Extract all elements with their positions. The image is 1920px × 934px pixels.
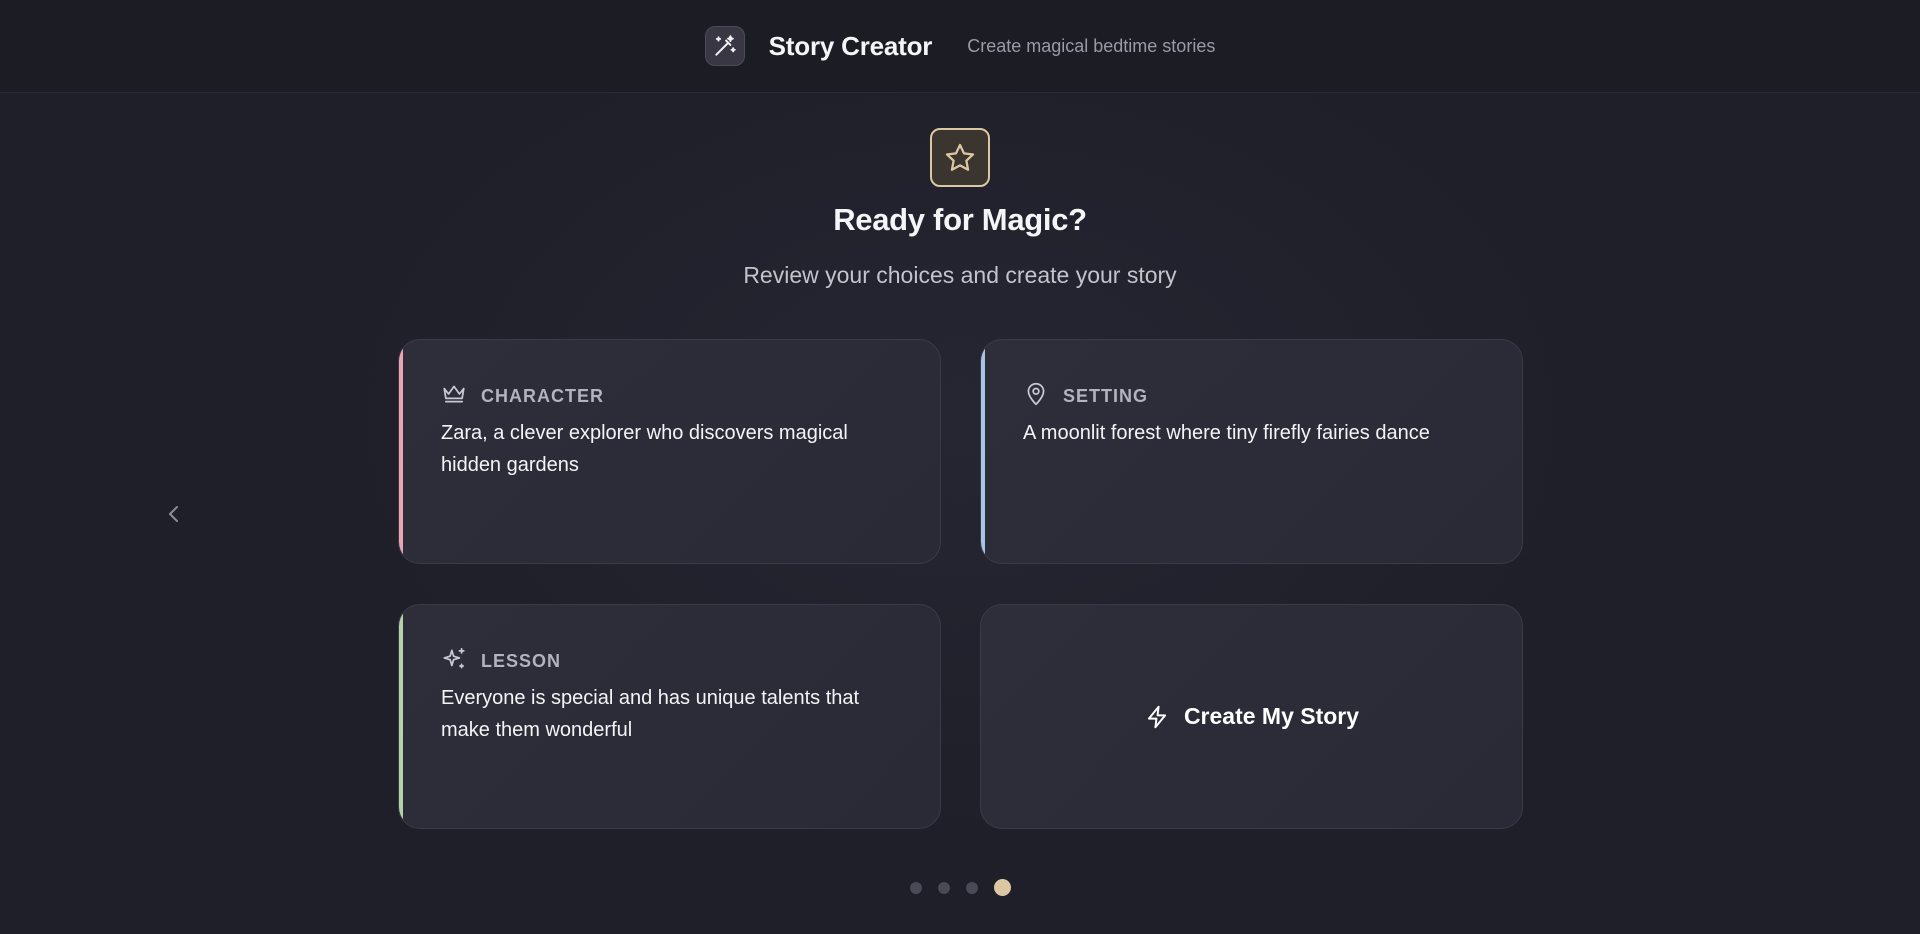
create-story-label: Create My Story xyxy=(1183,703,1360,729)
setting-card-header: SETTING xyxy=(1023,380,1148,407)
lesson-card-header: LESSON xyxy=(441,645,561,672)
story-creator-page: Story Creator Create magical bedtime sto… xyxy=(0,0,1920,934)
step-dot-2[interactable] xyxy=(937,881,950,894)
app-title: Story Creator xyxy=(768,30,933,61)
character-card-header: CHARACTER xyxy=(441,380,604,407)
lightning-icon xyxy=(1147,705,1167,728)
step-dot-3[interactable] xyxy=(965,881,978,894)
lesson-value: Everyone is special and has unique talen… xyxy=(441,687,860,741)
setting-accent xyxy=(981,340,985,563)
map-pin-icon xyxy=(1023,381,1049,407)
create-story-content: Create My Story xyxy=(1144,703,1359,730)
character-card[interactable]: CHARACTER Zara, a clever explorer who di… xyxy=(398,339,941,564)
setting-value: A moonlit forest where tiny firefly fair… xyxy=(1023,422,1430,444)
character-value: Zara, a clever explorer who discovers ma… xyxy=(441,422,848,476)
create-story-button[interactable]: Create My Story xyxy=(980,604,1523,829)
star-icon xyxy=(945,143,975,171)
lesson-label: LESSON xyxy=(481,651,562,671)
crown-icon xyxy=(441,381,467,407)
chevron-left-icon xyxy=(169,506,178,522)
step-dot-1[interactable] xyxy=(909,881,922,894)
page-title: Ready for Magic? xyxy=(833,202,1087,237)
lesson-card[interactable]: LESSON Everyone is special and has uniqu… xyxy=(398,604,941,829)
character-accent xyxy=(399,340,403,563)
app-header: Story Creator Create magical bedtime sto… xyxy=(0,0,1920,93)
step-dot-4-active[interactable] xyxy=(993,879,1011,896)
lesson-accent xyxy=(399,605,403,828)
app-tagline: Create magical bedtime stories xyxy=(967,35,1216,56)
magic-wand-icon xyxy=(715,35,736,56)
step-indicator xyxy=(0,879,1920,896)
page-subtitle: Review your choices and create your stor… xyxy=(743,262,1177,288)
setting-card[interactable]: SETTING A moonlit forest where tiny fire… xyxy=(980,339,1523,564)
app-logo xyxy=(704,26,745,66)
previous-step-button[interactable] xyxy=(166,496,182,532)
sparkles-icon xyxy=(441,646,467,672)
hero-badge xyxy=(930,128,990,187)
character-label: CHARACTER xyxy=(481,386,604,406)
setting-label: SETTING xyxy=(1063,386,1149,406)
